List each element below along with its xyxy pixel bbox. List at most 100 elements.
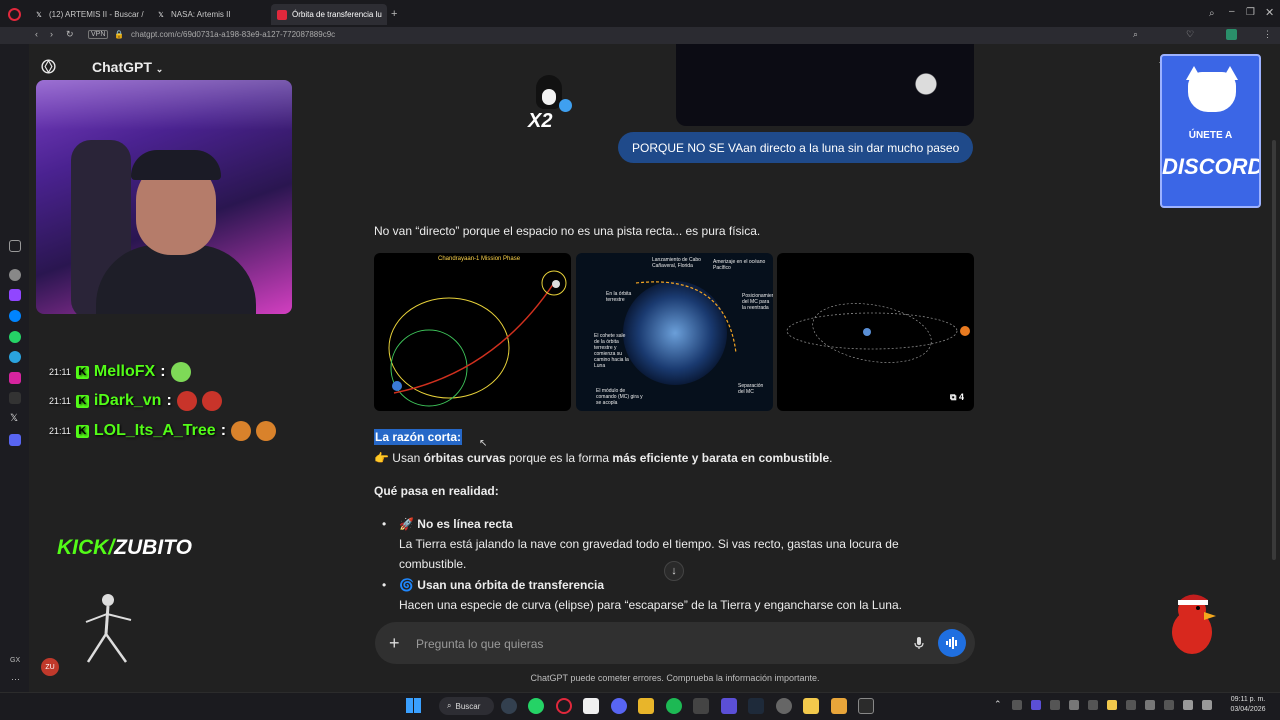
avatar[interactable]: ZU bbox=[41, 658, 59, 676]
x-icon[interactable]: 𝕏 bbox=[10, 413, 18, 424]
settings-icon[interactable] bbox=[776, 698, 792, 714]
spotify-icon[interactable] bbox=[666, 698, 682, 714]
whatsapp-icon[interactable] bbox=[528, 698, 544, 714]
tray-icon[interactable] bbox=[1088, 700, 1098, 710]
folder-icon[interactable] bbox=[803, 698, 819, 714]
bookmark-icon[interactable]: ♡ bbox=[1186, 29, 1194, 40]
new-tab-button[interactable]: + bbox=[391, 8, 397, 20]
what-happens-heading: Qué pasa en realidad: bbox=[374, 484, 499, 498]
minimize-button[interactable]: – bbox=[1229, 6, 1235, 17]
messenger-icon[interactable] bbox=[9, 310, 21, 322]
zoom-icon[interactable]: ⌕ bbox=[1133, 29, 1138, 40]
calendar-icon[interactable] bbox=[583, 698, 599, 714]
menu-icon[interactable]: ⋮ bbox=[1263, 29, 1272, 40]
tray-icon[interactable] bbox=[1031, 700, 1041, 710]
lock-icon: 🔒 bbox=[114, 30, 124, 39]
chat-time: 21:11 bbox=[49, 426, 71, 436]
close-window-button[interactable]: ✕ bbox=[1265, 6, 1274, 19]
obs-icon[interactable] bbox=[858, 698, 874, 714]
extension-icon[interactable] bbox=[1226, 29, 1237, 40]
lunar-transfer-image bbox=[786, 303, 970, 363]
tray-icon[interactable] bbox=[1126, 700, 1136, 710]
forward-button[interactable]: › bbox=[50, 29, 53, 39]
label-amerizaje: Amerizaje en el océano Pacífico bbox=[713, 259, 766, 271]
aria-icon[interactable] bbox=[9, 240, 21, 252]
twitch-icon[interactable] bbox=[9, 289, 21, 301]
chatgpt-logo-icon[interactable] bbox=[40, 58, 57, 75]
text-bold: más eficiente y barata en combustible bbox=[612, 451, 830, 465]
tab-nasa-artemis[interactable]: 𝕏 NASA: Artemis II bbox=[150, 4, 268, 25]
thumbnail-lunar-transfer[interactable]: ⧉ 4 bbox=[777, 253, 974, 411]
scrollbar[interactable] bbox=[1272, 140, 1276, 560]
discord-icon[interactable] bbox=[611, 698, 627, 714]
vpn-badge[interactable]: VPN bbox=[88, 30, 109, 39]
prompt-input[interactable]: Pregunta lo que quieras bbox=[416, 637, 543, 651]
app-icon[interactable] bbox=[831, 698, 847, 714]
orbit-diagram-image bbox=[388, 270, 567, 407]
skeleton-dancer-sticker bbox=[85, 594, 132, 663]
system-clock[interactable]: 09:11 p. m. 03/04/2026 bbox=[1222, 695, 1274, 715]
short-reason-text: 👉 Usan órbitas curvas porque es la forma… bbox=[374, 451, 833, 465]
telegram-icon[interactable] bbox=[9, 351, 21, 363]
tiktok-icon[interactable] bbox=[9, 392, 21, 404]
windows-start-icon[interactable] bbox=[406, 698, 421, 713]
chat-message: 21:11 K iDark_vn : bbox=[49, 390, 222, 412]
discord-promo-panel: ÚNETE A DISCORD bbox=[1160, 54, 1261, 208]
microphone-icon[interactable] bbox=[912, 636, 926, 650]
app-icon[interactable] bbox=[693, 698, 709, 714]
wifi-icon[interactable] bbox=[1183, 700, 1193, 710]
tray-chevron-icon[interactable]: ⌃ bbox=[994, 699, 1002, 710]
tab-label: Órbita de transferencia lu bbox=[292, 10, 382, 19]
voice-mode-button[interactable] bbox=[938, 629, 966, 657]
reload-button[interactable]: ↻ bbox=[66, 29, 74, 40]
kick-channel-label: KICK/ZUBITO bbox=[57, 536, 192, 560]
maximize-button[interactable]: ❐ bbox=[1246, 7, 1255, 18]
tab-orbita-transferencia[interactable]: Órbita de transferencia lu bbox=[271, 4, 387, 25]
scroll-down-button[interactable]: ↓ bbox=[664, 561, 684, 581]
thumbnail-earth-mission[interactable]: Lanzamiento de Cabo Cañaveral, Florida A… bbox=[576, 253, 773, 411]
url-field[interactable]: chatgpt.com/c/69d0731a-a198-83e9-a127-77… bbox=[131, 30, 335, 39]
opera-menu-icon[interactable] bbox=[8, 8, 21, 21]
more-images-badge[interactable]: ⧉ 4 bbox=[950, 392, 964, 403]
tray-icon[interactable] bbox=[1164, 700, 1174, 710]
whatsapp-icon[interactable] bbox=[9, 331, 21, 343]
tray-icon[interactable] bbox=[1107, 700, 1117, 710]
thumbnail-caption: Chandrayaan-1 Mission Phase bbox=[438, 256, 521, 262]
penguin-x2-sticker: X2 bbox=[526, 75, 576, 140]
label-separacion: Separación del MC bbox=[738, 383, 764, 395]
terminal-icon[interactable] bbox=[748, 698, 764, 714]
opera-icon bbox=[277, 9, 287, 20]
chatgpt-icon[interactable] bbox=[9, 269, 21, 281]
grid-app-icon[interactable] bbox=[721, 698, 737, 714]
search-tabs-icon[interactable]: ⌕ bbox=[1209, 8, 1215, 19]
chat-username: MelloFX bbox=[93, 363, 156, 380]
add-attachment-button[interactable]: + bbox=[389, 633, 400, 654]
more-icon[interactable]: ⋯ bbox=[11, 674, 20, 685]
emote-icon bbox=[231, 421, 252, 441]
user-message-text: PORQUE NO SE VAan directo a la luna sin … bbox=[632, 140, 960, 155]
thumbnail-chandrayaan[interactable]: Chandrayaan-1 Mission Phase bbox=[374, 253, 571, 411]
taskbar-search[interactable]: ⌕ Buscar bbox=[439, 697, 494, 715]
tray-icon[interactable] bbox=[1069, 700, 1079, 710]
tray-icon[interactable] bbox=[1145, 700, 1155, 710]
bullet-title: 🚀 No es línea recta bbox=[399, 517, 513, 531]
back-button[interactable]: ‹ bbox=[35, 29, 38, 39]
model-selector[interactable]: ChatGPT ⌄ bbox=[92, 59, 163, 75]
tray-icon[interactable] bbox=[1012, 700, 1022, 710]
tab-label: NASA: Artemis II bbox=[171, 10, 231, 19]
shield-icon[interactable] bbox=[638, 698, 654, 714]
tab-artemis-search[interactable]: 𝕏 (12) ARTEMIS II - Buscar / bbox=[28, 4, 146, 25]
opera-sidebar bbox=[0, 44, 29, 692]
opera-gx-icon[interactable] bbox=[556, 698, 572, 714]
rocket-icon: 🚀 bbox=[399, 517, 414, 531]
volume-icon[interactable] bbox=[1202, 700, 1212, 710]
chat-username: LOL_Its_A_Tree bbox=[93, 422, 216, 439]
steam-icon[interactable] bbox=[501, 698, 517, 714]
bullet-title-text: No es línea recta bbox=[417, 517, 513, 531]
instagram-icon[interactable] bbox=[9, 372, 21, 384]
discord-icon[interactable] bbox=[9, 434, 21, 446]
tray-icon[interactable] bbox=[1050, 700, 1060, 710]
previous-image[interactable] bbox=[676, 44, 974, 126]
tray-icons[interactable] bbox=[1012, 700, 1212, 710]
clock-date: 03/04/2026 bbox=[1230, 706, 1266, 713]
